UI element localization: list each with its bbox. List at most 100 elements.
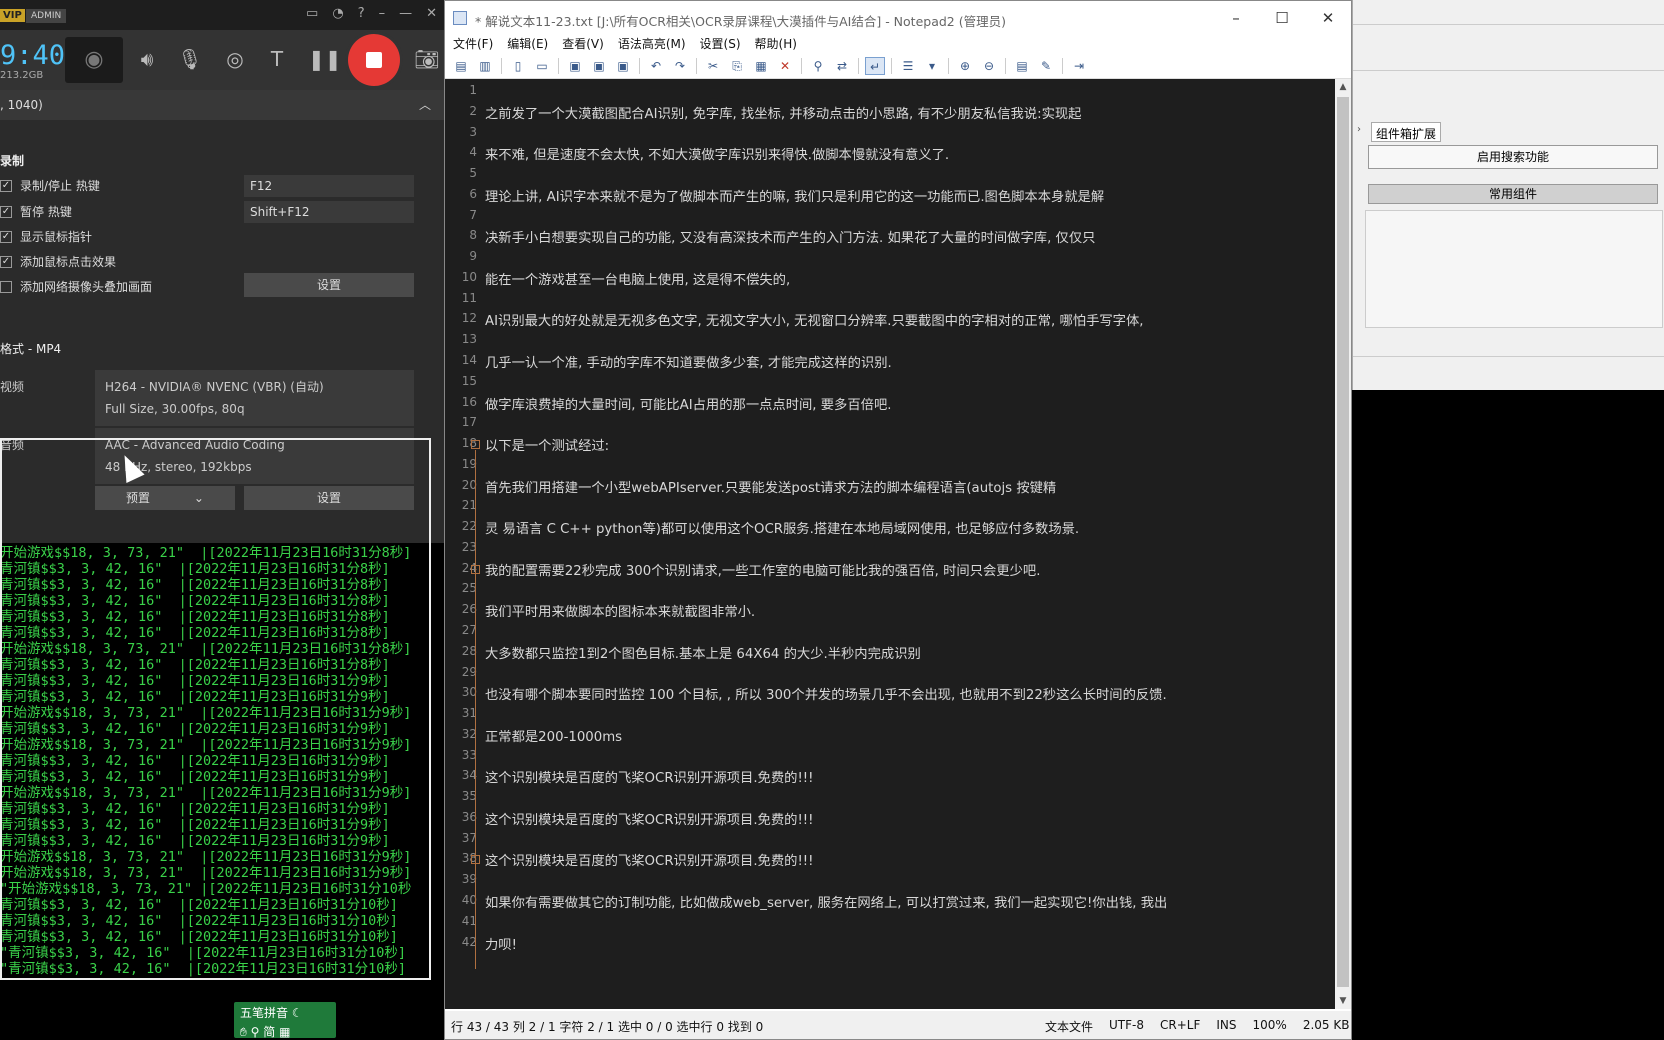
dropdown-icon[interactable]: ▾: [922, 57, 942, 75]
menu-item[interactable]: 文件(F): [453, 35, 493, 53]
log-line: 青河镇$$3, 3, 42, 16" |[2022年11月23日16时31分8秒…: [0, 561, 390, 577]
checkbox-label: 显示鼠标指针: [20, 230, 93, 244]
zoom-out-icon[interactable]: ⊖: [979, 57, 999, 75]
line-number: 30: [461, 685, 477, 700]
component-list[interactable]: [1365, 210, 1663, 328]
folder-icon[interactable]: ▭: [306, 6, 318, 21]
region-header[interactable]: , 1040) ︿: [0, 90, 445, 120]
save-icon[interactable]: ▣: [565, 57, 585, 75]
video-format-box[interactable]: H264 - NVIDIA® NVENC (VBR) (自动) Full Siz…: [95, 370, 414, 426]
menu-item[interactable]: 帮助(H): [755, 35, 797, 53]
text-overlay-icon[interactable]: T: [262, 44, 292, 74]
show-cursor-checkbox[interactable]: ✓ 显示鼠标指针: [0, 228, 92, 245]
scroll-thumb[interactable]: [1337, 97, 1349, 987]
check-icon: ✓: [0, 179, 12, 192]
enable-search-button[interactable]: 启用搜索功能: [1368, 145, 1658, 169]
line-number: 16: [461, 394, 477, 409]
browse-icon[interactable]: ▥: [475, 57, 495, 75]
stop-record-button[interactable]: [348, 34, 400, 86]
status-field: CR+LF: [1160, 1018, 1201, 1032]
check-icon: ✓: [0, 230, 12, 243]
log-line: 开始游戏$$18, 3, 73, 21" |[2022年11月23日16时31分…: [0, 641, 412, 657]
text-editor[interactable]: 1 2 3 4 5 6 7 8 9 10 11 12 13 14 15 16 17 18 19 20 21 22 23 24 2…: [445, 79, 1335, 1009]
log-line: 青河镇$$3, 3, 42, 16" |[2022年11月23日16时31分8秒…: [0, 593, 390, 609]
zoom-in-icon[interactable]: ⊕: [955, 57, 975, 75]
text-line: 几乎一认一个准, 手动的字库不知道要做多少套, 才能完成这样的识别.: [485, 356, 892, 371]
moon-icon: ☾: [291, 1006, 303, 1020]
line-number: 33: [461, 747, 477, 762]
clock-icon[interactable]: ◔: [332, 6, 343, 21]
pause-hotkey-field[interactable]: Shift+F12: [244, 201, 414, 223]
maximize-icon[interactable]: ☐: [1259, 1, 1305, 35]
log-line: "开始游戏$$18, 3, 73, 21" |[2022年11月23日16时31…: [0, 881, 412, 897]
audio-format-box[interactable]: AAC - Advanced Audio Coding 48 KHz, ster…: [95, 428, 414, 484]
region-size: , 1040): [0, 98, 43, 112]
text-line: 我们平时用来做脚本的图标本来就截图非常小.: [485, 605, 756, 621]
common-components-button[interactable]: 常用组件: [1368, 184, 1658, 204]
click-effect-checkbox[interactable]: ✓ 添加鼠标点击效果: [0, 253, 116, 270]
format-title: 格式 - MP4: [0, 342, 62, 356]
record-hotkey-field[interactable]: F12: [244, 175, 414, 197]
collapse-icon[interactable]: —: [399, 6, 412, 21]
menu-item[interactable]: 设置(S): [700, 35, 741, 53]
paste-icon[interactable]: ▦: [751, 57, 771, 75]
format-settings-button[interactable]: 设置: [244, 486, 414, 510]
text-line: 我的配置需要22秒完成 300个识别请求,一些工作室的电脑可能比我的强百倍, 时…: [485, 563, 1041, 579]
pause-icon[interactable]: ❚❚: [308, 44, 342, 74]
find-icon[interactable]: ⚲: [808, 57, 828, 75]
replace-icon[interactable]: ⇄: [832, 57, 852, 75]
tab-component-extension[interactable]: 组件箱扩展: [1371, 122, 1441, 142]
save-as-icon[interactable]: ▣: [589, 57, 609, 75]
text-line: 这个识别模块是百度的飞桨OCR识别开源项目.免费的!!!: [485, 812, 814, 828]
open-file-icon[interactable]: ▭: [532, 57, 552, 75]
line-number: 21: [461, 498, 477, 513]
webcam-button[interactable]: ◉: [65, 37, 123, 83]
vertical-scrollbar[interactable]: ▲ ▼: [1335, 79, 1351, 1009]
list-icon[interactable]: ☰: [898, 57, 918, 75]
copy-icon[interactable]: ⎘: [727, 57, 747, 75]
undo-icon[interactable]: ↶: [646, 57, 666, 75]
hotkey-pause-checkbox[interactable]: ✓ 暂停 热键: [0, 203, 72, 220]
menu-item[interactable]: 语法高亮(M): [618, 35, 686, 53]
status-field: 文本文件: [1045, 1020, 1094, 1034]
scroll-down-icon[interactable]: ▼: [1335, 993, 1351, 1009]
line-number: 4: [469, 145, 477, 160]
word-wrap-icon[interactable]: ↵: [865, 56, 885, 75]
cut-icon[interactable]: ✂: [703, 57, 723, 75]
log-line: 青河镇$$3, 3, 42, 16" |[2022年11月23日16时31分8秒…: [0, 625, 390, 641]
preset-button[interactable]: 预置 ⌄: [95, 486, 235, 510]
microphone-icon[interactable]: 🎙︎: [175, 44, 205, 74]
ime-toolbar[interactable]: 五笔拼音 ☾ ✋︎ ⚲ 简 ▦: [234, 1002, 336, 1039]
line-number: 2: [469, 103, 477, 118]
help-icon[interactable]: ?: [358, 6, 365, 21]
menu-item[interactable]: 编辑(E): [507, 35, 548, 53]
scroll-up-icon[interactable]: ▲: [1335, 79, 1351, 95]
speaker-icon[interactable]: 🔊︎: [132, 44, 162, 74]
text-line: 之前发了一个大漠截图配合AI识别, 免字库, 找坐标, 并移动点击的小思路, 有…: [485, 106, 1082, 122]
cursor-effect-icon[interactable]: ◎: [220, 44, 250, 74]
text-line: 如果你有需要做其它的订制功能, 比如做成web_server, 服务在网络上, …: [485, 896, 1168, 912]
redo-icon[interactable]: ↷: [670, 57, 690, 75]
minimize-icon[interactable]: –: [1213, 1, 1259, 35]
exit-icon[interactable]: ⇥: [1069, 57, 1089, 75]
hotkey-record-checkbox[interactable]: ✓ 录制/停止 热键: [0, 177, 100, 194]
line-number: 12: [461, 311, 477, 326]
webcam-settings-button[interactable]: 设置: [244, 273, 414, 297]
delete-icon[interactable]: ✕: [775, 57, 795, 75]
minimize-icon[interactable]: –: [379, 6, 386, 21]
customize-icon[interactable]: ✎: [1036, 57, 1056, 75]
chevron-up-icon[interactable]: ︿: [419, 96, 431, 113]
fold-marker-icon[interactable]: [471, 440, 480, 450]
close-icon[interactable]: ✕: [1305, 1, 1351, 35]
webcam-overlay-checkbox[interactable]: 添加网络摄像头叠加画面: [0, 278, 152, 295]
new-file-icon[interactable]: ▯: [508, 57, 528, 75]
menu-item[interactable]: 查看(V): [562, 35, 604, 53]
line-number: 7: [469, 207, 477, 222]
camera-snapshot-icon[interactable]: 📷︎: [412, 44, 442, 74]
save-copy-icon[interactable]: ▣: [613, 57, 633, 75]
close-icon[interactable]: ✕: [426, 6, 437, 21]
expand-arrow-icon[interactable]: ›: [1357, 124, 1361, 135]
open-folder-icon[interactable]: ▤: [451, 57, 471, 75]
text-line: 能在一个游戏甚至一台电脑上使用, 这是得不偿失的,: [485, 272, 791, 288]
scheme-icon[interactable]: ▤: [1012, 57, 1032, 75]
